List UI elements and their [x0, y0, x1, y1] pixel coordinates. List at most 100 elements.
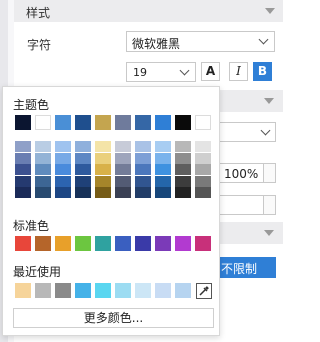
recent-color-swatch[interactable] [95, 283, 111, 298]
theme-shade-swatch[interactable] [175, 187, 191, 198]
theme-shade-swatch[interactable] [55, 187, 71, 198]
theme-color-swatch[interactable] [15, 115, 31, 130]
theme-shade-swatch[interactable] [35, 187, 51, 198]
theme-shade-swatch[interactable] [95, 152, 111, 164]
theme-shade-swatch[interactable] [135, 152, 151, 164]
theme-shade-swatch[interactable] [115, 141, 131, 152]
limit-option-selected[interactable]: 不限制 [219, 257, 276, 278]
theme-shade-swatch[interactable] [115, 164, 131, 175]
recent-color-swatch[interactable] [115, 283, 131, 298]
standard-color-swatch[interactable] [195, 236, 211, 251]
theme-shade-swatch[interactable] [135, 141, 151, 152]
theme-shade-swatch[interactable] [75, 175, 91, 187]
percent-input[interactable]: 100% [219, 163, 276, 183]
theme-shade-swatch[interactable] [55, 141, 71, 152]
theme-shade-swatch[interactable] [15, 164, 31, 175]
section-collapse-triangle-icon[interactable] [264, 230, 274, 236]
theme-shade-swatch[interactable] [35, 175, 51, 187]
theme-shade-swatch[interactable] [15, 141, 31, 152]
font-size-value: 19 [133, 66, 147, 79]
standard-color-swatch[interactable] [55, 236, 71, 251]
theme-shade-swatch[interactable] [95, 141, 111, 152]
style-section-header[interactable] [14, 0, 283, 22]
recent-color-swatch[interactable] [15, 283, 31, 298]
theme-shade-swatch[interactable] [135, 187, 151, 198]
bold-toggle-button[interactable]: B [253, 62, 272, 81]
standard-color-swatch[interactable] [135, 236, 151, 251]
standard-color-swatch[interactable] [115, 236, 131, 251]
theme-shade-swatch[interactable] [15, 187, 31, 198]
theme-shade-swatch[interactable] [175, 152, 191, 164]
theme-color-swatch[interactable] [95, 115, 111, 130]
theme-shade-swatch[interactable] [195, 187, 211, 198]
theme-color-swatch[interactable] [135, 115, 151, 130]
theme-shade-swatch[interactable] [135, 175, 151, 187]
theme-shade-swatch[interactable] [115, 187, 131, 198]
theme-color-swatch[interactable] [155, 115, 171, 130]
standard-color-swatch[interactable] [75, 236, 91, 251]
theme-color-swatch[interactable] [115, 115, 131, 130]
standard-color-swatch[interactable] [175, 236, 191, 251]
theme-shade-swatch[interactable] [195, 141, 211, 152]
theme-shade-swatch[interactable] [155, 164, 171, 175]
standard-color-swatch[interactable] [35, 236, 51, 251]
theme-shade-swatch[interactable] [115, 152, 131, 164]
theme-shade-swatch[interactable] [195, 175, 211, 187]
section-collapse-triangle-icon[interactable] [265, 8, 275, 14]
font-family-select[interactable]: 微软雅黑 [126, 31, 275, 52]
theme-color-swatch[interactable] [55, 115, 71, 130]
percent-spinner[interactable] [263, 164, 275, 182]
theme-shade-swatch[interactable] [195, 152, 211, 164]
theme-shade-swatch[interactable] [75, 164, 91, 175]
theme-shade-swatch[interactable] [35, 141, 51, 152]
hidden-number-input[interactable] [219, 195, 276, 215]
theme-shade-swatch[interactable] [155, 152, 171, 164]
standard-color-swatch[interactable] [155, 236, 171, 251]
recent-color-swatch[interactable] [135, 283, 151, 298]
theme-shade-swatch[interactable] [135, 164, 151, 175]
recent-color-swatch[interactable] [75, 283, 91, 298]
theme-color-swatch[interactable] [35, 115, 51, 130]
theme-color-swatch[interactable] [195, 115, 211, 130]
theme-shade-swatch[interactable] [115, 175, 131, 187]
standard-color-swatch[interactable] [15, 236, 31, 251]
theme-shade-swatch[interactable] [75, 187, 91, 198]
bold-button[interactable]: A [201, 62, 220, 81]
theme-shade-swatch[interactable] [75, 152, 91, 164]
theme-shade-swatch[interactable] [95, 175, 111, 187]
theme-shade-swatch[interactable] [35, 152, 51, 164]
font-size-select[interactable]: 19 [126, 62, 196, 82]
theme-shade-swatch[interactable] [155, 175, 171, 187]
chevron-down-icon [260, 125, 271, 136]
theme-color-swatch[interactable] [175, 115, 191, 130]
theme-color-swatch[interactable] [75, 115, 91, 130]
theme-shade-swatch[interactable] [155, 187, 171, 198]
percent-value: 100% [224, 167, 259, 181]
theme-shade-swatch[interactable] [195, 164, 211, 175]
theme-shade-swatch[interactable] [15, 152, 31, 164]
recent-color-swatch[interactable] [35, 283, 51, 298]
theme-shade-swatch[interactable] [175, 164, 191, 175]
theme-shade-swatch[interactable] [35, 164, 51, 175]
theme-shade-swatch[interactable] [55, 152, 71, 164]
recent-color-swatch[interactable] [155, 283, 171, 298]
italic-button[interactable]: I [229, 62, 248, 81]
theme-shade-swatch[interactable] [55, 175, 71, 187]
number-spinner[interactable] [263, 196, 275, 214]
theme-shade-swatch[interactable] [175, 141, 191, 152]
standard-color-swatch[interactable] [95, 236, 111, 251]
theme-shade-swatch[interactable] [95, 164, 111, 175]
font-family-value: 微软雅黑 [132, 37, 181, 51]
section-collapse-triangle-icon[interactable] [264, 98, 274, 104]
theme-shade-swatch[interactable] [55, 164, 71, 175]
recent-color-swatch[interactable] [175, 283, 191, 298]
theme-shade-swatch[interactable] [75, 141, 91, 152]
theme-shade-swatch[interactable] [95, 187, 111, 198]
recent-color-swatch[interactable] [55, 283, 71, 298]
hidden-select[interactable] [219, 122, 276, 142]
theme-shade-swatch[interactable] [155, 141, 171, 152]
more-colors-button[interactable]: 更多颜色... [13, 308, 214, 328]
theme-shade-swatch[interactable] [15, 175, 31, 187]
eyedropper-button[interactable] [196, 283, 212, 299]
theme-shade-swatch[interactable] [175, 175, 191, 187]
